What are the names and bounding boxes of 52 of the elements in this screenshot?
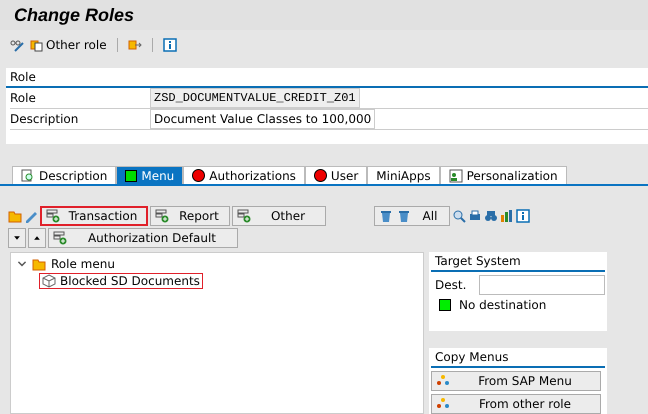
info-button[interactable] [162, 38, 177, 52]
tab[interactable]: Description [12, 166, 116, 184]
move-up-button[interactable] [28, 228, 46, 248]
tab[interactable]: Menu [116, 166, 184, 184]
binoculars-icon [484, 209, 498, 223]
input-field[interactable] [479, 275, 605, 295]
section-heading: Target System [431, 252, 605, 272]
chevron-icon [17, 259, 27, 269]
add-list-icon [46, 209, 60, 223]
zoom-icon [452, 209, 466, 223]
add-list-icon [237, 209, 251, 223]
input-field[interactable]: Document Value Classes to 100,000 [150, 109, 376, 129]
tab[interactable]: Personalization [440, 166, 567, 184]
tab[interactable]: MiniApps [367, 166, 440, 184]
other-role-button[interactable]: Other role [30, 38, 107, 52]
copy-menu-button[interactable]: From SAP Menu [431, 371, 601, 391]
move-down-button[interactable] [8, 228, 26, 248]
folder-icon [31, 257, 47, 271]
info-icon [162, 38, 177, 52]
trash-icon [379, 209, 393, 223]
add-button[interactable]: Transaction [40, 206, 148, 226]
add-list-icon [155, 209, 169, 223]
add-button[interactable]: Report [150, 206, 230, 226]
field-label: Dest. [435, 278, 468, 292]
cube-icon [42, 274, 56, 288]
authorization-default-button[interactable]: Authorization Default [48, 228, 238, 248]
tab[interactable]: Authorizations [183, 166, 305, 184]
export-icon [128, 38, 142, 52]
trash-icon [397, 209, 411, 223]
tree-item[interactable]: Role menu [51, 257, 115, 271]
document-swap-icon [30, 38, 44, 52]
status-text: No destination [459, 298, 546, 312]
field-label: Role [10, 91, 37, 105]
magnifier-document-icon [21, 168, 35, 182]
field-label: Description [10, 112, 80, 126]
folder-icon [8, 209, 22, 223]
transport-button[interactable] [128, 38, 142, 52]
tree-item[interactable]: Blocked SD Documents [39, 273, 203, 289]
info-icon [516, 209, 530, 223]
glasses-button[interactable] [10, 38, 24, 52]
tab[interactable]: User [304, 166, 368, 184]
printer-icon [468, 209, 482, 223]
person-card-icon [448, 168, 463, 182]
section-heading: Copy Menus [431, 348, 605, 368]
copy-menu-button[interactable]: From other role [431, 394, 601, 414]
pencil-icon [24, 209, 38, 223]
add-list-icon [53, 231, 67, 245]
window-title: Change Roles [14, 4, 134, 26]
bar-chart-icon [500, 209, 514, 223]
glasses-pencil-icon [10, 38, 24, 52]
add-button[interactable]: Other [232, 206, 326, 226]
delete-all-button[interactable]: All [374, 206, 450, 226]
